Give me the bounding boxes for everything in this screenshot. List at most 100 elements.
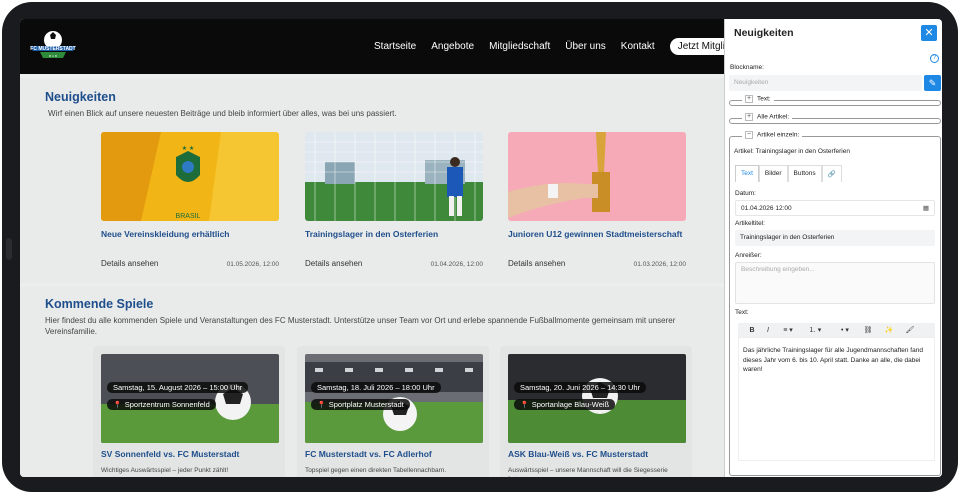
- link-icon[interactable]: 🔗: [821, 165, 842, 182]
- article-label: Artikel: Trainingslager in den Osterferi…: [734, 148, 850, 155]
- news-item-title[interactable]: Trainingslager in den Osterferien: [305, 229, 483, 240]
- location-pin-icon: 📍: [113, 402, 122, 409]
- game-card[interactable]: Samstag, 20. Juni 2026 – 14:30 Uhr 📍 Spor…: [500, 346, 692, 477]
- nav-ueber-uns[interactable]: Über uns: [565, 41, 606, 52]
- all-articles-legend[interactable]: + Alle Artikel:: [742, 113, 793, 121]
- news-card[interactable]: ★ ★ BRASIL Neue Vereinskleidung erhältli…: [101, 132, 281, 282]
- news-date: 01.04.2026, 12:00: [430, 261, 483, 268]
- game-date-badge: Samstag, 18. Juli 2026 – 18:00 Uhr: [311, 382, 441, 393]
- game-venue-badge: 📍 Sportzentrum Sonnenfeld: [107, 399, 216, 410]
- teaser-textarea[interactable]: Beschreibung eingeben...: [735, 262, 935, 304]
- news-image-trophy: [508, 132, 686, 221]
- news-date: 01.05.2026, 12:00: [226, 261, 279, 268]
- nav-kontakt[interactable]: Kontakt: [621, 41, 655, 52]
- game-description: Topspiel gegen einen direkten Tabellenna…: [305, 467, 447, 474]
- news-description: Wirf einen Blick auf unsere neuesten Bei…: [48, 109, 397, 118]
- svg-text:FC MUSTERSTADT: FC MUSTERSTADT: [30, 46, 75, 52]
- brush-icon[interactable]: 🖌: [902, 326, 918, 334]
- all-articles-label: Alle Artikel:: [757, 113, 790, 121]
- game-card[interactable]: Samstag, 18. Juli 2026 – 18:00 Uhr 📍 Spor…: [297, 346, 489, 477]
- game-description: Wichtiges Auswärtsspiel – jeder Punkt zä…: [101, 467, 229, 474]
- single-article-legend[interactable]: − Artikel einzeln:: [742, 131, 803, 139]
- editor-panel: Neuigkeiten ✕ ? Blockname: Neuigkeiten ✎…: [724, 19, 942, 477]
- ordered-list-icon[interactable]: ⒈ ▾: [800, 325, 830, 335]
- tablet-frame: FC MUSTERSTADT ★ 1 ★ Startseite Angebote…: [2, 2, 958, 492]
- news-image-training: [305, 132, 483, 221]
- date-value: 01.04.2026 12:00: [741, 205, 792, 212]
- news-image-jersey: ★ ★ BRASIL: [101, 132, 279, 221]
- svg-text:★ 1 ★: ★ 1 ★: [49, 54, 58, 58]
- game-title[interactable]: ASK Blau-Weiß vs. FC Musterstadt: [508, 449, 648, 459]
- article-title-label: Artikeltitel:: [735, 220, 765, 227]
- article-title-input[interactable]: Trainingslager in den Osterferien: [735, 230, 935, 246]
- details-link[interactable]: Details ansehen: [305, 259, 362, 268]
- game-image: Samstag, 15. August 2026 – 15:00 Uhr 📍 Sp…: [101, 354, 279, 443]
- nav-mitgliedschaft[interactable]: Mitgliedschaft: [489, 41, 550, 52]
- tab-buttons[interactable]: Buttons: [787, 165, 822, 182]
- blockname-input[interactable]: Neuigkeiten: [729, 75, 922, 91]
- link-icon[interactable]: ⛓: [860, 326, 876, 334]
- bold-icon[interactable]: B: [744, 327, 760, 334]
- game-title[interactable]: FC Musterstadt vs. FC Adlerhof: [305, 449, 432, 459]
- close-icon[interactable]: ✕: [921, 25, 937, 41]
- game-image: Samstag, 20. Juni 2026 – 14:30 Uhr 📍 Spor…: [508, 354, 686, 443]
- expand-icon[interactable]: +: [745, 113, 753, 121]
- tab-bilder[interactable]: Bilder: [758, 165, 788, 182]
- blockname-label: Blockname:: [730, 64, 764, 71]
- game-title[interactable]: SV Sonnenfeld vs. FC Musterstadt: [101, 449, 239, 459]
- pencil-icon[interactable]: ✎: [924, 75, 941, 91]
- games-description: Hier findest du alle kommenden Spiele un…: [45, 316, 676, 336]
- text-group-label: Text:: [757, 95, 771, 103]
- expand-icon[interactable]: +: [745, 95, 753, 103]
- location-pin-icon: 📍: [317, 402, 326, 409]
- games-section: Kommende Spiele Hier findest du alle kom…: [20, 287, 725, 477]
- game-image: Samstag, 18. Juli 2026 – 18:00 Uhr 📍 Spor…: [305, 354, 483, 443]
- news-item-title[interactable]: Junioren U12 gewinnen Stadtmeisterschaft: [508, 229, 686, 240]
- collapse-icon[interactable]: −: [745, 131, 753, 139]
- panel-title: Neuigkeiten: [734, 27, 794, 39]
- location-pin-icon: 📍: [520, 402, 529, 409]
- tab-text[interactable]: Text: [735, 165, 759, 182]
- unordered-list-icon[interactable]: • ▾: [830, 326, 860, 334]
- date-input[interactable]: 01.04.2026 12:00 ▦: [735, 200, 935, 216]
- editor-toolbar: B I ≡ ▾ ⒈ ▾ • ▾ ⛓ ✨ 🖌: [738, 323, 935, 337]
- games-title: Kommende Spiele: [45, 297, 154, 311]
- main-nav: Startseite Angebote Mitgliedschaft Über …: [374, 19, 745, 74]
- game-venue-badge: 📍 Sportanlage Blau-Weiß: [514, 399, 616, 410]
- details-link[interactable]: Details ansehen: [508, 259, 565, 268]
- game-date-badge: Samstag, 20. Juni 2026 – 14:30 Uhr: [514, 382, 647, 393]
- game-venue: Sportanlage Blau-Weiß: [531, 400, 610, 409]
- text-group-legend[interactable]: + Text:: [742, 95, 774, 103]
- game-venue: Sportplatz Musterstadt: [328, 400, 404, 409]
- news-date: 01.03.2026, 12:00: [633, 261, 686, 268]
- italic-icon[interactable]: I: [760, 327, 776, 334]
- svg-text:★ ★: ★ ★: [182, 145, 194, 152]
- text-editor[interactable]: Das jährliche Trainingslager für alle Ju…: [738, 337, 935, 461]
- article-tabs: Text Bilder Buttons 🔗: [735, 165, 842, 182]
- calendar-icon[interactable]: ▦: [923, 201, 929, 217]
- news-title: Neuigkeiten: [45, 90, 116, 104]
- game-venue-badge: 📍 Sportplatz Musterstadt: [311, 399, 410, 410]
- news-card[interactable]: Junioren U12 gewinnen Stadtmeisterschaft…: [508, 132, 688, 282]
- game-venue: Sportzentrum Sonnenfeld: [124, 400, 210, 409]
- news-card[interactable]: Trainingslager in den Osterferien Detail…: [305, 132, 485, 282]
- single-article-label: Artikel einzeln:: [757, 131, 800, 139]
- nav-startseite[interactable]: Startseite: [374, 41, 416, 52]
- game-card[interactable]: Samstag, 15. August 2026 – 15:00 Uhr 📍 Sp…: [93, 346, 285, 477]
- magic-icon[interactable]: ✨: [876, 326, 902, 334]
- page-content: Neuigkeiten Wirf einen Blick auf unsere …: [20, 74, 725, 477]
- align-dropdown-icon[interactable]: ≡ ▾: [776, 326, 800, 334]
- screen: FC MUSTERSTADT ★ 1 ★ Startseite Angebote…: [20, 19, 942, 477]
- device-button: [6, 238, 12, 260]
- nav-angebote[interactable]: Angebote: [431, 41, 474, 52]
- news-section: Neuigkeiten Wirf einen Blick auf unsere …: [20, 78, 725, 283]
- text-label: Text:: [735, 309, 749, 316]
- details-link[interactable]: Details ansehen: [101, 259, 158, 268]
- game-date-badge: Samstag, 15. August 2026 – 15:00 Uhr: [107, 382, 249, 393]
- club-logo[interactable]: FC MUSTERSTADT ★ 1 ★: [26, 26, 80, 64]
- date-label: Datum:: [735, 190, 756, 197]
- svg-text:BRASIL: BRASIL: [176, 213, 201, 220]
- news-item-title[interactable]: Neue Vereinskleidung erhältlich: [101, 229, 279, 240]
- teaser-label: Anreißer:: [735, 252, 762, 259]
- help-icon[interactable]: ?: [930, 54, 939, 63]
